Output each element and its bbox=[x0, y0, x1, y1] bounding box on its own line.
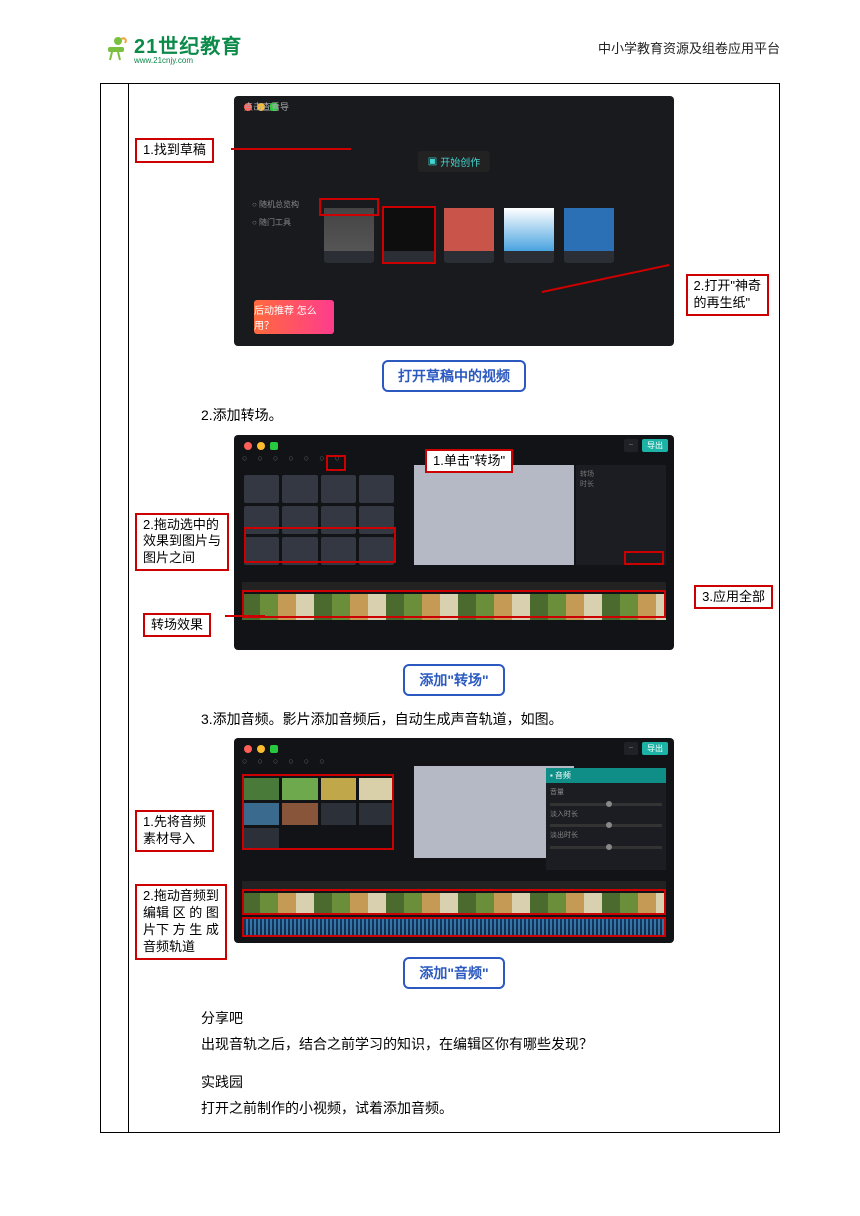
draft-thumb-4[interactable] bbox=[504, 208, 554, 263]
figure-3-audio: ⎯导出 ▪ 音频 音量 淡入时长 bbox=[234, 738, 674, 943]
tab-media[interactable] bbox=[242, 756, 247, 766]
page-header: 21世纪教育 www.21cnjy.com 中小学教育资源及组卷应用平台 bbox=[100, 30, 780, 65]
tab-media[interactable] bbox=[242, 453, 247, 463]
tab-sticker[interactable] bbox=[288, 756, 293, 766]
fig2-topright: ⎯ 导出 bbox=[624, 439, 668, 452]
callout-drag-audio: 2.拖动音频到 编辑 区 的 图 片下 方 生 成 音频轨道 bbox=[135, 884, 227, 960]
transition-item[interactable] bbox=[359, 475, 394, 503]
highlight-transition-tab bbox=[326, 455, 346, 471]
tab-text[interactable] bbox=[273, 453, 278, 463]
window-traffic-lights-icon bbox=[244, 442, 278, 450]
logo-icon bbox=[100, 33, 130, 63]
tab-audio[interactable] bbox=[257, 756, 262, 766]
figure-2-wrap: ⎯ 导出 转场时长 bbox=[145, 429, 763, 656]
chip-min[interactable]: ⎯ bbox=[624, 439, 638, 452]
highlight-track bbox=[242, 590, 666, 618]
transition-item[interactable] bbox=[282, 475, 317, 503]
preview-panel bbox=[414, 465, 574, 565]
figure-3-caption: 添加"音频" bbox=[403, 957, 504, 989]
new-project-label: 开始创作 bbox=[440, 154, 480, 169]
figure-1-drafts: 点击查看导 开始创作 ○ 随机总览构 ○ 随门工具 后动推荐 怎么用？ bbox=[234, 96, 674, 346]
callout-drag-effect: 2.拖动选中的 效果到图片与 图片之间 bbox=[135, 513, 229, 572]
fadein-slider[interactable] bbox=[550, 824, 662, 827]
header-title: 中小学教育资源及组卷应用平台 bbox=[598, 38, 780, 57]
sidebar-item-random[interactable]: ○ 随机总览构 bbox=[252, 196, 312, 214]
leader-1 bbox=[231, 148, 351, 150]
sidebar-item-tools[interactable]: ○ 随门工具 bbox=[252, 214, 312, 232]
logo-brand: 21世纪教育 bbox=[134, 30, 242, 59]
tab-sticker[interactable] bbox=[288, 453, 293, 463]
figure-1-caption: 打开草稿中的视频 bbox=[382, 360, 526, 392]
fig1-topbar: 点击查看导 bbox=[234, 96, 674, 116]
audio-panel-title: 音频 bbox=[555, 770, 571, 781]
tab-text[interactable] bbox=[273, 756, 278, 766]
callout-click-transition: 1.单击"转场" bbox=[425, 449, 513, 474]
export-button[interactable]: 导出 bbox=[642, 742, 668, 755]
callout-transition-effect: 转场效果 bbox=[143, 613, 211, 638]
promo-banner[interactable]: 后动推荐 怎么用？ bbox=[254, 300, 334, 334]
highlight-apply-all bbox=[624, 551, 664, 565]
callout-import-audio: 1.先将音频 素材导入 bbox=[135, 810, 214, 852]
highlight-drag-area bbox=[244, 527, 396, 563]
step-3-text: 3.添加音频。影片添加音频后，自动生成声音轨道，如图。 bbox=[201, 706, 563, 733]
share-paragraph: 出现音轨之后，结合之前学习的知识，在编辑区你有哪些发现？ bbox=[201, 1031, 593, 1058]
transition-item[interactable] bbox=[321, 475, 356, 503]
audio-panel-header: ▪ 音频 bbox=[546, 768, 666, 783]
fadeout-slider[interactable] bbox=[550, 846, 662, 849]
highlight-video-track bbox=[242, 889, 666, 915]
callout-open-draft: 2.打开"神奇 的再生纸" bbox=[686, 274, 769, 316]
practice-heading: 实践园 bbox=[201, 1069, 243, 1096]
fig3-tabs bbox=[242, 756, 325, 766]
properties-panel: 转场时长 bbox=[576, 465, 666, 565]
chip-min[interactable]: ⎯ bbox=[624, 742, 638, 755]
draft-thumb-3[interactable] bbox=[444, 208, 494, 263]
audio-sliders: 音量 淡入时长 淡出时长 bbox=[546, 783, 666, 856]
figure-3-wrap: ⎯导出 ▪ 音频 音量 淡入时长 bbox=[145, 732, 763, 949]
audio-properties-panel: ▪ 音频 音量 淡入时长 淡出时长 bbox=[546, 768, 666, 870]
left-gutter bbox=[101, 84, 129, 1132]
fig1-sidebar: ○ 随机总览构 ○ 随门工具 bbox=[252, 196, 312, 231]
export-button[interactable]: 导出 bbox=[642, 439, 668, 452]
share-heading: 分享吧 bbox=[201, 1005, 243, 1032]
figure-1-wrap: 点击查看导 开始创作 ○ 随机总览构 ○ 随门工具 后动推荐 怎么用？ bbox=[145, 90, 763, 352]
figure-2-caption: 添加"转场" bbox=[403, 664, 504, 696]
callout-find-draft: 1.找到草稿 bbox=[135, 138, 214, 163]
content-column: 点击查看导 开始创作 ○ 随机总览构 ○ 随门工具 后动推荐 怎么用？ bbox=[129, 84, 779, 1132]
highlight-audio-track bbox=[242, 917, 666, 937]
logo: 21世纪教育 www.21cnjy.com bbox=[100, 30, 242, 65]
practice-paragraph: 打开之前制作的小视频，试着添加音频。 bbox=[201, 1095, 453, 1122]
fig3-topright: ⎯ 导出 bbox=[624, 742, 668, 755]
new-project-button[interactable]: 开始创作 bbox=[418, 151, 490, 172]
highlight-target-draft bbox=[382, 206, 436, 264]
transition-item[interactable] bbox=[244, 475, 279, 503]
draft-thumb-5[interactable] bbox=[564, 208, 614, 263]
tab-transition[interactable] bbox=[319, 453, 324, 463]
volume-slider[interactable] bbox=[550, 803, 662, 806]
highlight-draft-label bbox=[319, 198, 379, 216]
callout-apply-all: 3.应用全部 bbox=[694, 585, 773, 610]
step-2-text: 2.添加转场。 bbox=[201, 402, 283, 429]
content-frame: 点击查看导 开始创作 ○ 随机总览构 ○ 随门工具 后动推荐 怎么用？ bbox=[100, 83, 780, 1133]
highlight-import-area bbox=[242, 774, 394, 850]
window-traffic-lights-icon bbox=[244, 745, 278, 753]
fig1-menu-label: 点击查看导 bbox=[244, 100, 289, 113]
leader-3 bbox=[225, 615, 265, 617]
tab-effect[interactable] bbox=[304, 756, 309, 766]
tab-audio[interactable] bbox=[257, 453, 262, 463]
draft-thumbnails bbox=[324, 208, 614, 263]
draft-thumb-1[interactable] bbox=[324, 208, 374, 263]
tab-transition[interactable] bbox=[319, 756, 324, 766]
page: 21世纪教育 www.21cnjy.com 中小学教育资源及组卷应用平台 点击查… bbox=[0, 0, 860, 1216]
tab-effect[interactable] bbox=[304, 453, 309, 463]
